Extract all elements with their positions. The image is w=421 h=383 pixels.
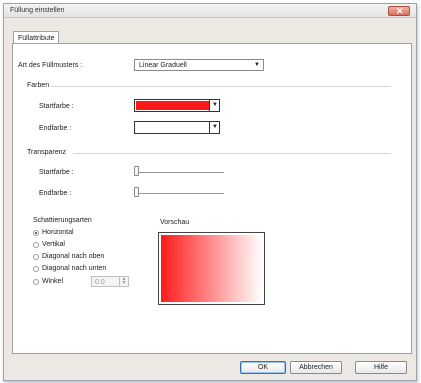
colors-group-label: Farben: [27, 82, 50, 89]
start-color-swatch: [136, 101, 209, 110]
transparency-end-slider[interactable]: [134, 187, 139, 197]
preview-box: [158, 232, 265, 305]
chevron-down-icon: ▼: [212, 124, 218, 130]
transparency-start-label: Startfarbe :: [39, 169, 74, 176]
end-color-label: Endfarbe :: [39, 125, 72, 132]
ok-button-label: OK: [257, 364, 269, 371]
close-button[interactable]: ✕: [388, 6, 410, 16]
angle-value: 0.0: [95, 279, 105, 286]
cancel-button-label: Abbrechen: [299, 364, 333, 371]
shading-group-label: Schattierungsarten: [33, 217, 92, 224]
radio-vertical[interactable]: [33, 242, 39, 248]
colors-group-divider: [51, 86, 391, 87]
transparency-start-track: [134, 172, 224, 173]
fill-type-select[interactable]: Linear Graduell ▼: [134, 59, 264, 71]
transparency-end-track: [134, 193, 224, 194]
window-title: Füllung einstellen: [10, 7, 65, 14]
tab-panel: Art des Füllmusters : Linear Graduell ▼ …: [12, 43, 412, 354]
cancel-button[interactable]: Abbrechen: [290, 361, 342, 374]
chevron-down-icon: ▼: [254, 62, 260, 68]
stepper-arrows-icon[interactable]: ▲ ▼: [119, 277, 128, 286]
radio-angle-label[interactable]: Winkel: [42, 278, 63, 285]
help-button[interactable]: Hilfe: [355, 361, 407, 374]
start-color-picker[interactable]: ▼: [134, 99, 220, 112]
help-button-label: Hilfe: [373, 364, 388, 371]
angle-stepper[interactable]: 0.0 ▲ ▼: [91, 276, 129, 287]
end-color-dropdown[interactable]: ▼: [209, 122, 219, 133]
radio-horizontal-label[interactable]: Horizontal: [42, 229, 74, 236]
transparency-group-divider: [73, 153, 391, 154]
preview-gradient: [161, 235, 262, 302]
end-color-swatch: [136, 123, 209, 132]
start-color-dropdown[interactable]: ▼: [209, 100, 219, 111]
radio-horizontal[interactable]: [33, 230, 39, 236]
title-bar[interactable]: Füllung einstellen ✕: [4, 4, 416, 18]
radio-diagonal-down-label[interactable]: Diagonal nach unten: [42, 265, 106, 272]
fill-type-value: Linear Graduell: [139, 62, 187, 69]
start-color-label: Startfarbe :: [39, 103, 74, 110]
radio-diagonal-down[interactable]: [33, 266, 39, 272]
transparency-end-label: Endfarbe :: [39, 190, 72, 197]
end-color-picker[interactable]: ▼: [134, 121, 220, 134]
transparency-group-label: Transparenz: [27, 149, 67, 156]
radio-diagonal-up-label[interactable]: Diagonal nach oben: [42, 253, 104, 260]
radio-vertical-label[interactable]: Vertikal: [42, 241, 65, 248]
radio-diagonal-up[interactable]: [33, 254, 39, 260]
chevron-down-icon: ▼: [212, 102, 218, 108]
radio-angle[interactable]: [33, 279, 39, 285]
transparency-start-slider[interactable]: [134, 166, 139, 176]
tab-label: Füllattribute: [18, 35, 55, 42]
preview-label: Vorschau: [160, 219, 190, 226]
ok-button[interactable]: OK: [240, 361, 286, 374]
fill-type-label: Art des Füllmusters :: [18, 62, 83, 69]
close-icon: ✕: [396, 6, 404, 16]
dialog-window: Füllung einstellen ✕ Füllattribute Art d…: [3, 3, 417, 381]
